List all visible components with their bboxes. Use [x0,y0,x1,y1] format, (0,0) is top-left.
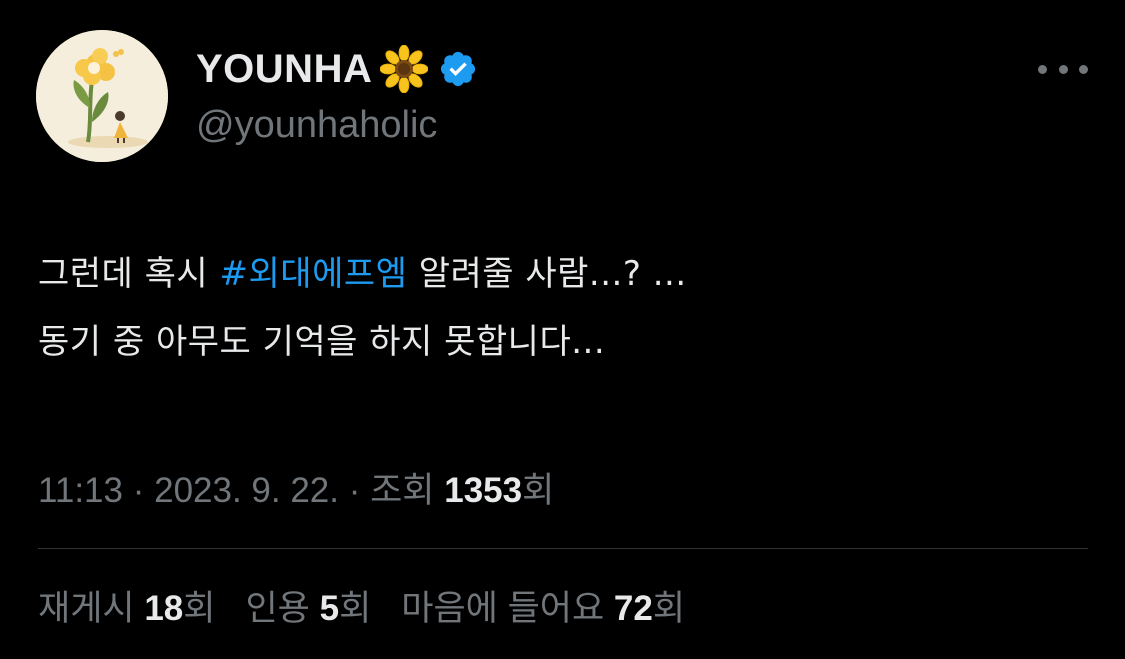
hashtag-link[interactable]: #외대에프엠 [220,254,408,294]
more-options-button[interactable] [1038,54,1088,84]
likes-label: 마음에 들어요 [401,589,614,628]
quotes-suffix: 회 [339,589,372,628]
sunflower-icon [379,44,429,94]
tweet-time[interactable]: 11:13 [38,471,123,510]
retweets-stat[interactable]: 재게시 18회 [38,580,215,631]
meta-separator: · [339,471,371,510]
quotes-count: 5 [319,589,340,628]
meta-separator: · [123,471,155,510]
views-count: 1353 [444,471,523,510]
tweet-detail: YOUNHA @younhaholic 그런데 혹시 #외대에프엠 알려줄 사람… [0,0,1125,659]
tweet-meta: 11:13 · 2023. 9. 22. · 조회 1353회 [38,462,554,513]
verified-badge-icon[interactable] [438,49,478,89]
dot-icon [1079,64,1088,74]
dot-icon [1038,64,1047,74]
views-suffix: 회 [522,471,555,510]
retweets-count: 18 [144,589,184,628]
tweet-text-after-hashtag: 알려줄 사람...? ... [407,254,687,294]
retweets-suffix: 회 [183,589,216,628]
likes-suffix: 회 [652,589,686,628]
dot-icon [1058,64,1068,74]
author-handle[interactable]: @younhaholic [196,104,478,147]
avatar-illustration [36,30,168,162]
tweet-line-2: 동기 중 아무도 기억을 하지 못합니다... [38,322,606,362]
quotes-stat[interactable]: 인용 5회 [245,580,371,631]
quotes-label: 인용 [245,589,320,628]
likes-stat[interactable]: 마음에 들어요 72회 [401,580,685,631]
tweet-line-1: 그런데 혹시 #외대에프엠 알려줄 사람...? ... [38,240,1088,308]
likes-count: 72 [613,589,653,628]
engagement-stats: 재게시 18회 인용 5회 마음에 들어요 72회 [38,580,685,631]
avatar[interactable] [36,30,168,162]
tweet-date[interactable]: 2023. 9. 22. [154,471,339,510]
views-label: 조회 [370,471,445,510]
tweet-text-before-hashtag: 그런데 혹시 [38,254,220,294]
display-name[interactable]: YOUNHA [196,47,372,92]
retweets-label: 재게시 [38,589,145,628]
tweet-text: 그런데 혹시 #외대에프엠 알려줄 사람...? ... 동기 중 아무도 기억… [38,240,1088,376]
divider [38,548,1088,549]
author-block: YOUNHA @younhaholic [196,44,478,147]
name-row: YOUNHA [196,44,478,94]
